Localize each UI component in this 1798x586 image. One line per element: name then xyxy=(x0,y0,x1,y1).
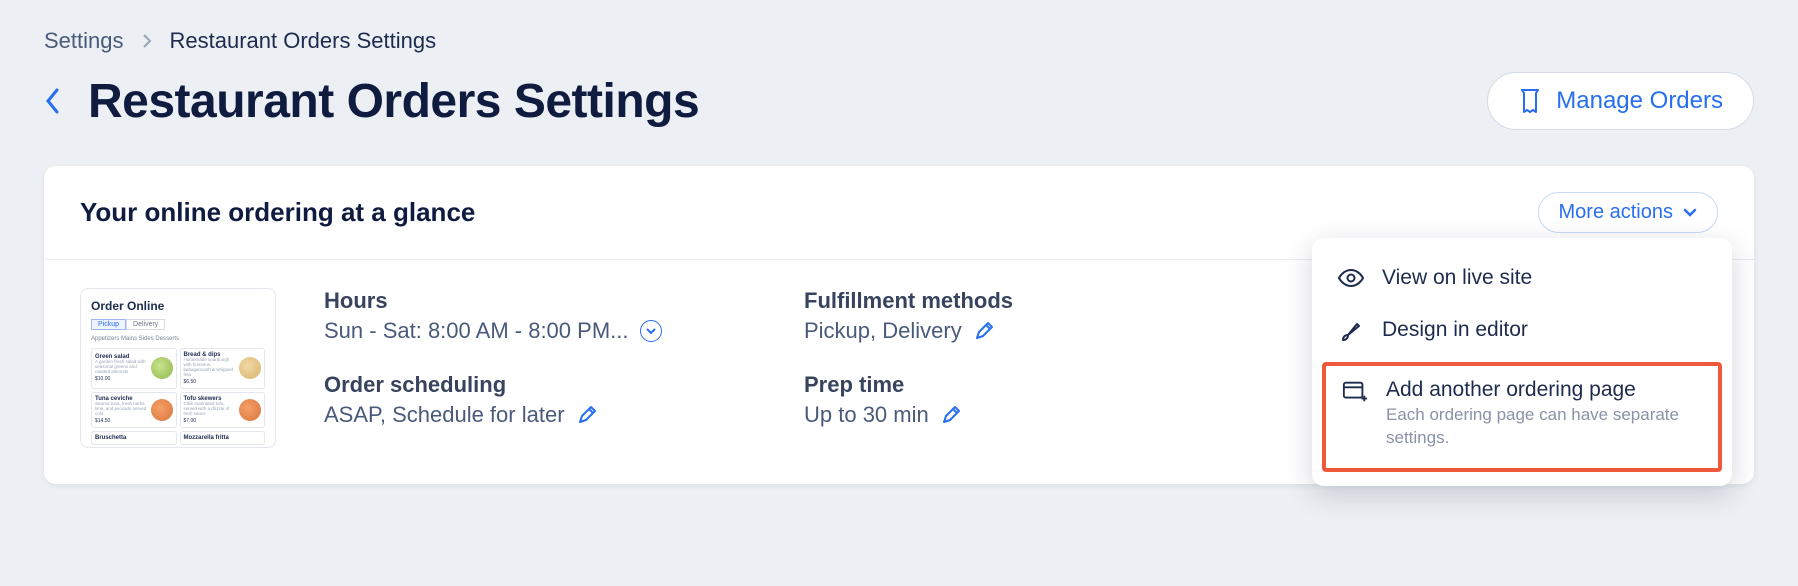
glance-card: Your online ordering at a glance More ac… xyxy=(44,166,1754,484)
menu-item-subtitle: Each ordering page can have separate set… xyxy=(1386,404,1702,450)
manage-orders-label: Manage Orders xyxy=(1556,87,1723,115)
thumbnail-tab-pickup: Pickup xyxy=(91,319,126,330)
pencil-icon xyxy=(941,405,961,425)
more-actions-button[interactable]: More actions xyxy=(1538,192,1719,233)
brush-icon xyxy=(1338,320,1364,344)
pencil-icon xyxy=(974,321,994,341)
ordering-page-thumbnail[interactable]: Order Online Pickup Delivery Appetizers … xyxy=(80,288,276,448)
menu-item-label: View on live site xyxy=(1382,266,1532,290)
breadcrumb: Settings Restaurant Orders Settings xyxy=(44,28,1754,54)
stat-scheduling: Order scheduling ASAP, Schedule for late… xyxy=(324,372,684,428)
eye-icon xyxy=(1338,268,1364,288)
more-actions-menu: View on live site Design in editor Add a… xyxy=(1312,238,1732,486)
more-actions-label: More actions xyxy=(1559,201,1674,224)
stat-value: ASAP, Schedule for later xyxy=(324,402,565,428)
thumbnail-tabs: Pickup Delivery xyxy=(91,319,265,330)
menu-view-live-site[interactable]: View on live site xyxy=(1312,252,1732,304)
add-page-icon xyxy=(1342,380,1368,404)
breadcrumb-current: Restaurant Orders Settings xyxy=(170,28,437,54)
stat-prep: Prep time Up to 30 min xyxy=(804,372,1164,428)
stat-value: Pickup, Delivery xyxy=(804,318,962,344)
stat-value: Sun - Sat: 8:00 AM - 8:00 PM... xyxy=(324,318,628,344)
thumbnail-heading: Order Online xyxy=(91,299,265,313)
edit-prep-button[interactable] xyxy=(941,405,961,425)
stat-label: Fulfillment methods xyxy=(804,288,1164,314)
thumbnail-item: Tuna cevicheSeared tuna, fresh herbs, li… xyxy=(91,392,177,428)
thumbnail-item: Bread & dipsHomemade sourdough with humm… xyxy=(180,348,266,389)
thumbnail-tab-delivery: Delivery xyxy=(126,319,165,330)
edit-fulfillment-button[interactable] xyxy=(974,321,994,341)
chevron-left-icon xyxy=(44,86,62,116)
pencil-icon xyxy=(577,405,597,425)
stat-hours: Hours Sun - Sat: 8:00 AM - 8:00 PM... xyxy=(324,288,684,344)
stat-label: Order scheduling xyxy=(324,372,684,398)
chevron-right-icon xyxy=(142,33,152,49)
manage-orders-button[interactable]: Manage Orders xyxy=(1487,72,1754,130)
back-button[interactable] xyxy=(44,86,62,116)
edit-scheduling-button[interactable] xyxy=(577,405,597,425)
menu-item-label: Design in editor xyxy=(1382,318,1528,342)
thumbnail-categories: Appetizers Mains Sides Desserts xyxy=(91,336,265,342)
stat-value: Up to 30 min xyxy=(804,402,929,428)
menu-add-ordering-page[interactable]: Add another ordering page Each ordering … xyxy=(1322,362,1722,472)
expand-hours-button[interactable] xyxy=(640,320,662,342)
receipt-icon xyxy=(1518,88,1542,114)
thumbnail-item: Mozzarella fritta xyxy=(180,431,266,445)
stat-fulfillment: Fulfillment methods Pickup, Delivery xyxy=(804,288,1164,344)
thumbnail-item: Bruschetta xyxy=(91,431,177,445)
menu-item-label: Add another ordering page xyxy=(1386,378,1702,402)
card-title: Your online ordering at a glance xyxy=(80,197,475,228)
thumbnail-item: Green saladA garden fresh salad with sea… xyxy=(91,348,177,389)
chevron-down-icon xyxy=(1683,208,1697,218)
stat-label: Hours xyxy=(324,288,684,314)
breadcrumb-settings-link[interactable]: Settings xyxy=(44,28,124,54)
chevron-down-icon xyxy=(645,327,657,335)
menu-design-in-editor[interactable]: Design in editor xyxy=(1312,304,1732,358)
thumbnail-item: Tofu skewersChilli marinated tofu, serve… xyxy=(180,392,266,428)
stat-label: Prep time xyxy=(804,372,1164,398)
page-title: Restaurant Orders Settings xyxy=(88,74,699,129)
